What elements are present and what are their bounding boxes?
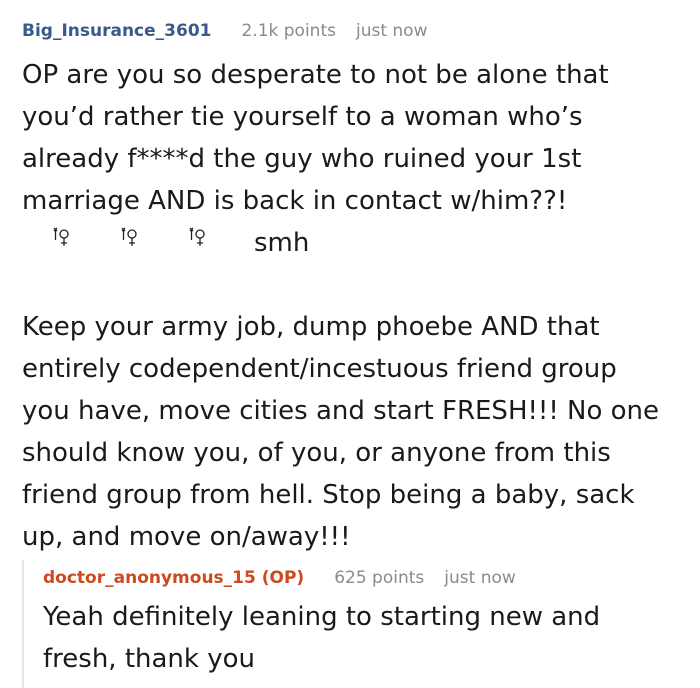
comment-line: you have, move cities and start FRESH!!!… [22,396,660,426]
facepalm-woman-icon [50,222,72,264]
comment-line: entirely codependent/incestuous friend g… [22,354,617,384]
reply-points: 625 points [334,568,425,588]
facepalm-woman-icon [118,222,140,264]
comment-line: marriage AND is back in contact w/him??! [22,186,568,216]
reply-body: Yeah definitely leaning to starting new … [43,596,692,680]
comment-timestamp: just now [355,21,428,41]
reply-meta: doctor_anonymous_15 (OP) 625 points just… [43,560,692,596]
reply-line: fresh, thank you [43,644,255,674]
comment: Big_Insurance_3601 2.1k points just now … [22,17,692,558]
comment-points: 2.1k points [241,21,336,41]
comment-line: you’d rather tie yourself to a woman who… [22,102,583,132]
reply-line: Yeah definitely leaning to starting new … [43,602,601,632]
comment-line: OP are you so desperate to not be alone … [22,60,609,90]
comment-line: friend group from hell. Stop being a bab… [22,480,635,510]
reply-username[interactable]: doctor_anonymous_15 (OP) [43,560,304,596]
comment-line: already f****d the guy who ruined your 1… [22,144,582,174]
comment-line: should know you, of you, or anyone from … [22,438,611,468]
comment-line: Keep your army job, dump phoebe AND that [22,312,600,342]
comment-line: up, and move on/away!!! [22,522,351,552]
reply-comment: doctor_anonymous_15 (OP) 625 points just… [22,560,692,688]
emoji-suffix-text: smh [254,228,310,258]
comment-body: OP are you so desperate to not be alone … [22,54,692,558]
facepalm-woman-icon [186,222,208,264]
emoji-line: smh [22,222,692,264]
comment-username[interactable]: Big_Insurance_3601 [22,17,211,45]
comment-meta: Big_Insurance_3601 2.1k points just now [22,17,692,45]
reply-timestamp: just now [444,568,516,588]
